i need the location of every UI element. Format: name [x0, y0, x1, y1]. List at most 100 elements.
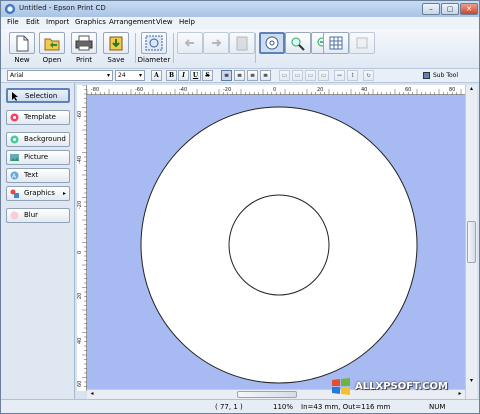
- status-bar: ( 77, 1 ) 110% In=43 mm, Out=116 mm NUM: [1, 399, 479, 413]
- align-left-button[interactable]: ≡: [221, 70, 232, 81]
- status-num: NUM: [429, 403, 446, 411]
- scroll-down-icon[interactable]: ▾: [467, 377, 476, 387]
- minimize-button[interactable]: –: [422, 3, 440, 15]
- selection-label: Selection: [25, 92, 58, 100]
- zoom-fit-button[interactable]: [259, 32, 285, 54]
- app-cd-icon: [5, 4, 15, 14]
- properties-button[interactable]: [349, 32, 375, 54]
- blur-label: Blur: [24, 211, 39, 219]
- scroll-right-icon[interactable]: ▸: [455, 390, 465, 399]
- rotate-button[interactable]: ↻: [363, 70, 374, 81]
- status-zoom: 110%: [273, 403, 294, 411]
- menu-arrangement[interactable]: Arrangement: [109, 18, 155, 26]
- v-ruler-label: 60: [77, 381, 83, 387]
- send-back-button[interactable]: ▭: [292, 70, 303, 81]
- ungroup-button[interactable]: ▭: [318, 70, 329, 81]
- underline-button[interactable]: U: [190, 70, 201, 81]
- menu-file[interactable]: File: [7, 18, 19, 26]
- properties-icon: [356, 37, 368, 49]
- bring-front-button[interactable]: ▭: [279, 70, 290, 81]
- selection-tool-button[interactable]: Selection: [6, 88, 70, 103]
- diameter-icon: [145, 35, 163, 51]
- picture-label: Picture: [24, 153, 49, 161]
- v-ruler-label: 40: [77, 338, 83, 344]
- blur-tool-button[interactable]: Blur: [6, 208, 70, 223]
- save-label: Save: [107, 56, 125, 64]
- flip-h-button[interactable]: ↔: [334, 70, 345, 81]
- vertical-scrollbar[interactable]: ▴ ▾: [465, 85, 477, 399]
- format-bar: Arial ▾ 24 ▾ A B I U S ≡ ≡ ≡ ≡ ▭ ▭ ▭ ▭ ↔…: [1, 69, 479, 83]
- scroll-left-icon[interactable]: ◂: [87, 390, 97, 399]
- redo-button[interactable]: [203, 32, 229, 54]
- scroll-up-icon[interactable]: ▴: [467, 85, 476, 95]
- vertical-ruler: -60 -40 -20 0 20 40 60: [77, 84, 87, 391]
- italic-button[interactable]: I: [178, 70, 189, 81]
- graphics-tool-button[interactable]: Graphics ▸: [6, 186, 70, 201]
- horizontal-scroll-thumb[interactable]: [237, 391, 297, 398]
- group-button[interactable]: ▭: [305, 70, 316, 81]
- save-button[interactable]: [103, 32, 129, 54]
- group-icon: ▭: [307, 72, 314, 79]
- new-document-icon: [16, 35, 29, 52]
- redo-arrow-icon: [212, 39, 222, 47]
- menu-import[interactable]: Import: [46, 18, 69, 26]
- open-button[interactable]: [39, 32, 65, 54]
- chevron-down-icon: ▾: [106, 72, 110, 79]
- grid-button[interactable]: [323, 32, 349, 54]
- app-window: Untitled - Epson Print CD – ▢ ✕ File Edi…: [0, 0, 480, 414]
- clipboard-icon: [236, 36, 248, 51]
- open-label: Open: [42, 56, 62, 64]
- new-button[interactable]: [9, 32, 35, 54]
- graphics-icon: [10, 189, 19, 198]
- sub-tool-icon: [423, 72, 430, 79]
- h-ruler-label: 20: [317, 87, 323, 93]
- flip-v-button[interactable]: ↕: [347, 70, 358, 81]
- align-justify-button[interactable]: ≡: [260, 70, 271, 81]
- font-size-select[interactable]: 24 ▾: [115, 70, 145, 81]
- close-button[interactable]: ✕: [460, 3, 478, 15]
- font-family-select[interactable]: Arial ▾: [7, 70, 113, 81]
- picture-icon: [10, 154, 19, 161]
- align-left-icon: ≡: [223, 72, 230, 79]
- print-button[interactable]: [71, 32, 97, 54]
- title-bar: Untitled - Epson Print CD – ▢ ✕: [1, 1, 479, 17]
- bold-button[interactable]: B: [166, 70, 177, 81]
- text-color-icon: A: [154, 72, 159, 79]
- v-ruler-label: -20: [77, 201, 83, 209]
- diameter-button[interactable]: [141, 32, 167, 54]
- zoom-disc-icon: [265, 36, 279, 50]
- picture-tool-button[interactable]: Picture: [6, 150, 70, 165]
- design-canvas[interactable]: [87, 95, 465, 391]
- align-right-button[interactable]: ≡: [247, 70, 258, 81]
- toolbar-separator: [255, 33, 256, 63]
- menu-graphics[interactable]: Graphics: [75, 18, 106, 26]
- paste-button[interactable]: [229, 32, 255, 54]
- h-ruler-label: -20: [223, 87, 231, 93]
- vertical-scroll-thumb[interactable]: [467, 221, 476, 263]
- strikethrough-button[interactable]: S: [202, 70, 213, 81]
- template-tool-button[interactable]: Template: [6, 110, 70, 125]
- align-center-button[interactable]: ≡: [234, 70, 245, 81]
- background-tool-button[interactable]: Background: [6, 132, 70, 147]
- horizontal-ruler-ticks: -80 -60 -40 -20 0 20 40 60 80: [86, 87, 462, 95]
- status-coords: ( 77, 1 ): [215, 403, 243, 411]
- menu-view[interactable]: View: [156, 18, 173, 26]
- cd-label-layout: [140, 106, 418, 384]
- undo-button[interactable]: [177, 32, 203, 54]
- text-tool-button[interactable]: A Text: [6, 168, 70, 183]
- print-label: Print: [75, 56, 93, 64]
- text-color-button[interactable]: A: [151, 70, 162, 81]
- menu-edit[interactable]: Edit: [26, 18, 40, 26]
- submenu-arrow-icon: ▸: [62, 190, 66, 197]
- v-ruler-label: -60: [77, 111, 83, 119]
- menu-help[interactable]: Help: [179, 18, 195, 26]
- maximize-button[interactable]: ▢: [441, 3, 459, 15]
- sub-tool-button[interactable]: Sub Tool: [421, 70, 473, 81]
- h-ruler-label: -40: [179, 87, 187, 93]
- zoom-in-button[interactable]: [285, 32, 311, 54]
- watermark-text: ALLXPSOFT.COM: [355, 381, 448, 392]
- window-title: Untitled - Epson Print CD: [19, 4, 106, 12]
- template-icon: [10, 113, 19, 122]
- background-icon: [10, 135, 19, 144]
- h-ruler-label: 60: [405, 87, 411, 93]
